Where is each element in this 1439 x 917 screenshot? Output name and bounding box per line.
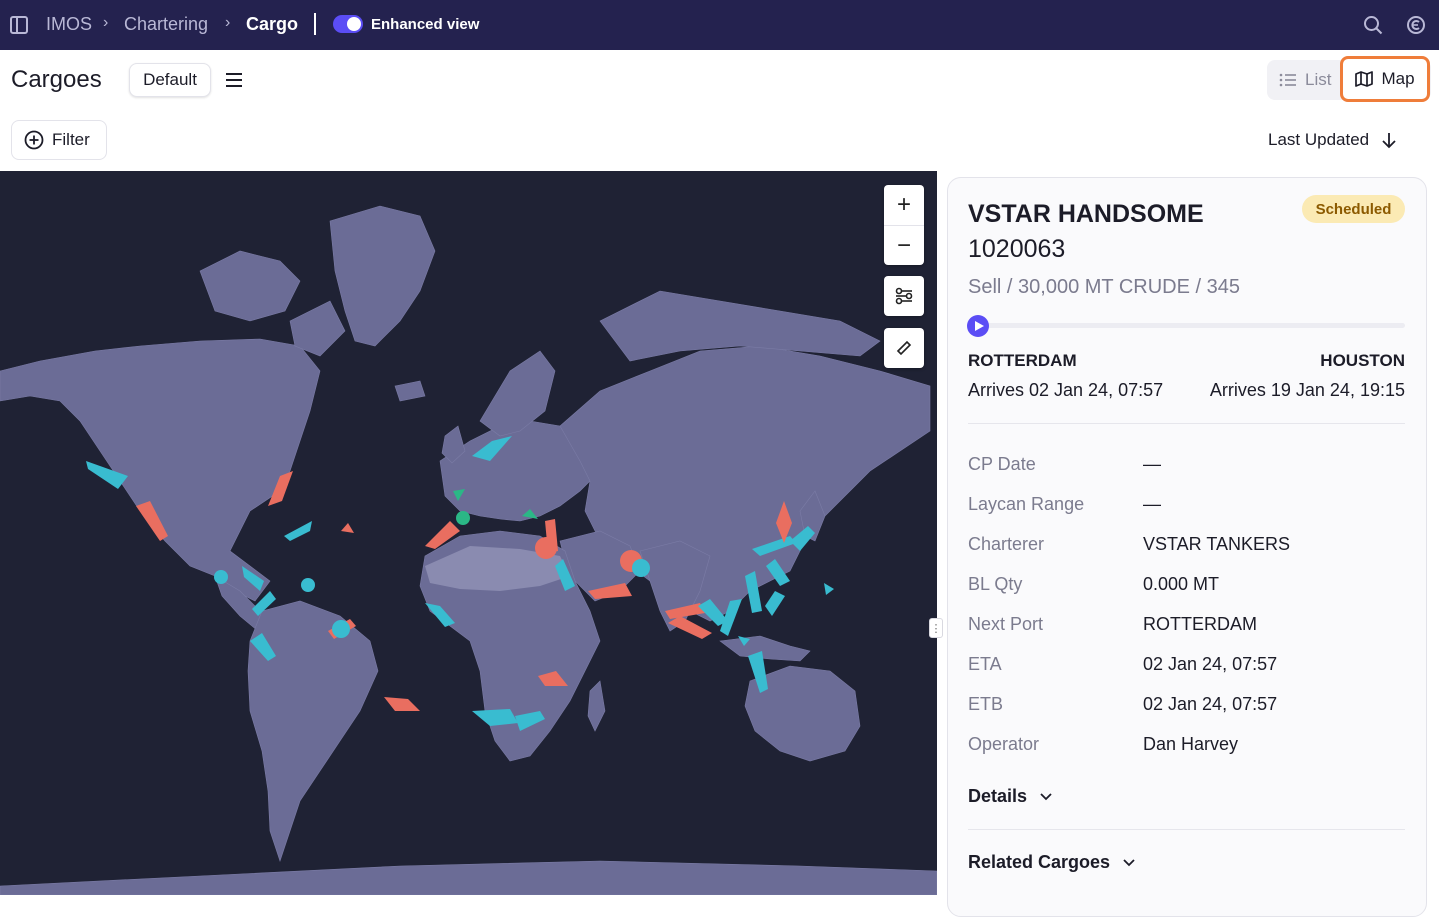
enhanced-view-label: Enhanced view: [371, 16, 480, 33]
account-icon[interactable]: [1406, 15, 1426, 35]
operator-value: Dan Harvey: [1143, 734, 1239, 754]
vessel-marker: [301, 578, 315, 592]
eta-value: 02 Jan 24, 07:57: [1143, 654, 1278, 674]
related-cargoes-toggle[interactable]: Related Cargoes: [968, 852, 1136, 873]
divider: [968, 423, 1405, 424]
saved-view-selector[interactable]: Default: [129, 63, 211, 97]
zoom-in-button[interactable]: +: [884, 185, 924, 225]
divider: [314, 13, 316, 35]
breadcrumb-imos[interactable]: IMOS: [46, 14, 92, 35]
cp-date-value: —: [1143, 454, 1161, 474]
divider: [968, 829, 1405, 830]
list-view-button[interactable]: List: [1279, 70, 1331, 90]
laycan-range-value: —: [1143, 494, 1161, 514]
next-port-label: Next Port: [968, 614, 1044, 634]
vessel-marker: [284, 521, 312, 541]
origin-arrival: Arrives 02 Jan 24, 07:57: [968, 380, 1164, 400]
chevron-right-icon: ›: [103, 14, 109, 31]
chevron-down-icon: [1123, 858, 1135, 866]
arrow-down-icon: [1382, 133, 1396, 149]
add-circle-icon: [24, 130, 44, 150]
zoom-controls: + −: [884, 185, 924, 265]
list-view-label: List: [1305, 70, 1332, 89]
voyage-progress-track: [978, 323, 1405, 328]
map-view-label: Map: [1381, 69, 1415, 88]
land-greenland: [329, 205, 436, 347]
vessel-marker: [765, 591, 785, 616]
destination-port: HOUSTON: [1320, 351, 1405, 370]
land-south-america: [247, 600, 379, 862]
layers-button[interactable]: [884, 276, 924, 316]
land-north-america: [0, 338, 321, 602]
etb-label: ETB: [968, 694, 1004, 714]
zoom-out-button[interactable]: −: [884, 226, 924, 265]
menu-icon[interactable]: [224, 71, 244, 89]
origin-port: ROTTERDAM: [968, 351, 1077, 370]
map-icon: [1355, 71, 1374, 87]
destination-arrival: Arrives 19 Jan 24, 19:15: [1209, 380, 1405, 400]
cargo-summary: Sell / 30,000 MT CRUDE / 345: [968, 276, 1240, 298]
vessel-name: VSTAR HANDSOME: [968, 200, 1204, 228]
vessel-marker: [341, 523, 354, 533]
sidebar-toggle-icon[interactable]: [10, 16, 28, 34]
ruler-icon: [896, 340, 912, 356]
eta-label: ETA: [968, 654, 1002, 674]
search-icon[interactable]: [1363, 15, 1383, 35]
bl-qty-label: BL Qty: [968, 574, 1023, 594]
page-title: Cargoes: [11, 66, 102, 93]
charterer-value: VSTAR TANKERS: [1143, 534, 1291, 554]
breadcrumb-chartering[interactable]: Chartering: [124, 14, 208, 35]
measure-button[interactable]: [884, 328, 924, 368]
chevron-down-icon: [1040, 792, 1052, 800]
land-antarctica: [0, 860, 937, 895]
land-iceland: [394, 380, 426, 402]
charterer-label: Charterer: [968, 534, 1045, 554]
details-label: Details: [968, 786, 1028, 806]
vessel-marker: [384, 697, 420, 711]
sort-label: Last Updated: [1268, 130, 1370, 149]
cp-date-label: CP Date: [968, 454, 1036, 474]
vessel-marker: [472, 709, 518, 726]
filter-label: Filter: [52, 130, 90, 149]
laycan-range-label: Laycan Range: [968, 494, 1085, 514]
chevron-right-icon: ›: [225, 14, 231, 31]
land-indonesia: [719, 635, 811, 662]
related-cargoes-label: Related Cargoes: [968, 852, 1111, 872]
land-arctic-islands: [199, 250, 301, 322]
panel-resize-handle[interactable]: ⋮: [929, 618, 943, 638]
top-bar: IMOS › Chartering › Cargo Enhanced view: [0, 0, 1439, 50]
world-map[interactable]: [0, 171, 937, 895]
sort-selector[interactable]: Last Updated: [1268, 130, 1397, 150]
next-port-value: ROTTERDAM: [1143, 614, 1257, 634]
details-section-toggle[interactable]: Details: [968, 786, 1053, 807]
etb-value: 02 Jan 24, 07:57: [1143, 694, 1278, 714]
vessel-marker: [332, 620, 350, 638]
cargo-map[interactable]: + −: [0, 171, 937, 895]
map-view-button[interactable]: Map: [1340, 56, 1430, 102]
vessel-marker: [535, 537, 557, 559]
cargo-id: 1020063: [968, 235, 1066, 263]
operator-label: Operator: [968, 734, 1040, 754]
bl-qty-value: 0.000 MT: [1143, 574, 1220, 594]
route-settings-icon: [895, 287, 913, 305]
status-badge: Scheduled: [1302, 195, 1405, 223]
vessel-position-icon: [967, 315, 989, 337]
land-madagascar: [587, 680, 606, 732]
vessel-marker: [824, 583, 834, 595]
enhanced-view-toggle[interactable]: [333, 15, 363, 33]
filter-button[interactable]: Filter: [11, 120, 107, 160]
vessel-marker: [632, 559, 650, 577]
vessel-marker: [456, 511, 470, 525]
list-icon: [1279, 73, 1296, 87]
vessel-marker: [214, 570, 228, 584]
breadcrumb-cargo: Cargo: [246, 14, 299, 34]
